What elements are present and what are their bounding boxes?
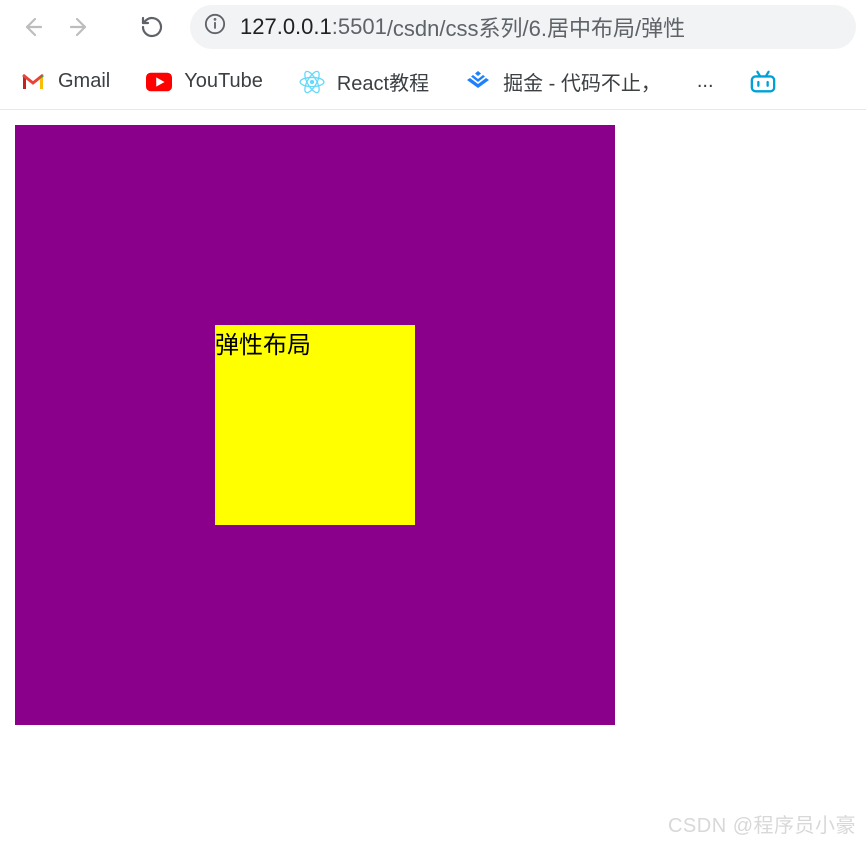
bookmark-label: YouTube [184, 70, 263, 93]
url-port: :5501 [332, 14, 387, 40]
url-path: /csdn/css系列/6.居中布局/弹性 [387, 11, 685, 43]
bookmark-label: Gmail [58, 70, 110, 93]
info-icon [204, 13, 226, 41]
bilibili-icon [750, 69, 776, 95]
bookmark-juejin[interactable]: 掘金 - 代码不止， [465, 67, 661, 96]
page-content: 弹性布局 [0, 110, 866, 740]
bookmark-gmail[interactable]: Gmail [20, 69, 110, 95]
arrow-left-icon [20, 15, 44, 39]
bookmark-overflow[interactable]: ... [697, 70, 714, 93]
browser-toolbar: 127.0.0.1:5501/csdn/css系列/6.居中布局/弹性 [0, 0, 866, 54]
bookmark-youtube[interactable]: YouTube [146, 69, 263, 95]
inner-box: 弹性布局 [215, 325, 415, 525]
inner-box-text: 弹性布局 [215, 332, 311, 359]
watermark: CSDN @程序员小豪 [668, 809, 856, 838]
bookmark-label: React教程 [337, 67, 429, 96]
react-icon [299, 69, 325, 95]
gmail-icon [20, 69, 46, 95]
outer-box: 弹性布局 [15, 125, 615, 725]
back-button[interactable] [10, 5, 54, 49]
address-bar[interactable]: 127.0.0.1:5501/csdn/css系列/6.居中布局/弹性 [190, 5, 856, 49]
bookmark-bilibili[interactable] [750, 69, 776, 95]
url-host: 127.0.0.1 [240, 14, 332, 40]
reload-icon [140, 15, 164, 39]
juejin-icon [465, 69, 491, 95]
forward-button[interactable] [58, 5, 102, 49]
reload-button[interactable] [130, 5, 174, 49]
bookmarks-bar: Gmail YouTube React教程 掘金 - 代码不止， ... [0, 54, 866, 110]
bookmark-label: 掘金 - 代码不止， [503, 67, 661, 96]
youtube-icon [146, 69, 172, 95]
arrow-right-icon [68, 15, 92, 39]
bookmark-react[interactable]: React教程 [299, 67, 429, 96]
